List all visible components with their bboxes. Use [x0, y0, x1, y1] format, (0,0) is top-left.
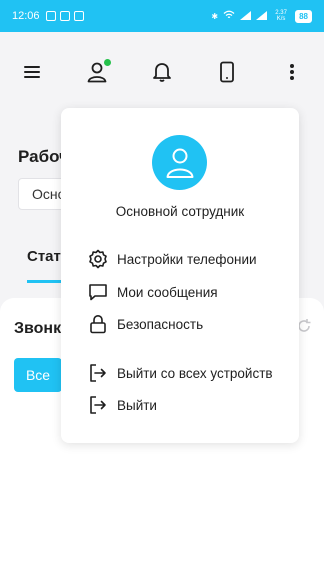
menu-item-label: Настройки телефонии	[117, 251, 257, 267]
signal-icon-2	[256, 10, 268, 22]
profile-popup-menu: Основной сотрудник Настройки телефонии М…	[61, 108, 299, 443]
more-vertical-icon[interactable]	[278, 58, 306, 86]
app-bar	[0, 32, 324, 110]
menu-item-telephony-settings[interactable]: Настройки телефонии	[87, 246, 257, 272]
status-right: ✱ 2.37 K/s 88	[211, 9, 312, 23]
notification-icon	[45, 11, 56, 21]
bell-icon[interactable]	[148, 58, 176, 86]
menu-item-my-messages[interactable]: Мои сообщения	[87, 279, 218, 305]
user-name: Основной сотрудник	[115, 204, 245, 219]
menu-item-label: Выйти	[117, 397, 157, 413]
shield-notification-icon	[59, 11, 70, 21]
calls-card-title: Звонк	[14, 320, 62, 337]
signal-icon	[240, 10, 252, 22]
menu-item-label: Безопасность	[117, 316, 204, 332]
menu-item-security[interactable]: Безопасность	[87, 311, 203, 337]
lock-icon	[87, 313, 109, 335]
wifi-icon	[223, 10, 235, 22]
battery-level: 88	[295, 9, 312, 23]
avatar	[152, 135, 207, 190]
message-icon	[87, 281, 109, 303]
logout-icon	[87, 394, 109, 416]
menu-icon[interactable]	[18, 58, 46, 86]
phone-icon[interactable]	[213, 58, 241, 86]
menu-item-label: Мои сообщения	[117, 284, 218, 300]
menu-item-logout[interactable]: Выйти	[87, 392, 157, 418]
menu-item-label: Выйти со всех устройств	[117, 365, 273, 381]
image-notification-icon	[73, 11, 84, 21]
avatar-user-icon	[166, 148, 193, 178]
user-icon[interactable]	[83, 58, 111, 86]
status-bar: 12:06 ✱ 2.37 K/s 88	[0, 0, 324, 32]
status-time: 12:06	[12, 10, 40, 22]
online-indicator	[104, 59, 111, 66]
tab-statistics[interactable]: Стат	[27, 248, 61, 265]
menu-item-logout-all-devices[interactable]: Выйти со всех устройств	[87, 360, 273, 386]
settings-icon	[87, 248, 109, 270]
bluetooth-icon: ✱	[211, 11, 219, 21]
filter-all-button[interactable]: Все	[14, 358, 62, 392]
net-speed: 2.37 K/s	[275, 10, 287, 22]
logout-all-icon	[87, 362, 109, 384]
